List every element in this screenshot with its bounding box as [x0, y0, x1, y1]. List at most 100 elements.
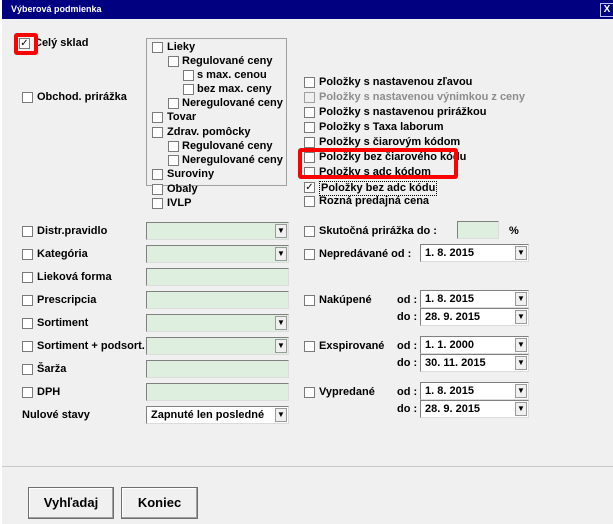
purchased-from-label: od :	[397, 294, 418, 306]
batch-field[interactable]	[146, 360, 289, 378]
vat-field[interactable]	[146, 383, 289, 401]
set-discount-checkbox[interactable]	[304, 77, 315, 88]
category-checkbox[interactable]	[22, 249, 33, 260]
chevron-down-icon[interactable]: ▼	[515, 384, 527, 398]
assortment-label: Sortiment	[37, 317, 89, 329]
purchased-from-value: 1. 8. 2015	[425, 293, 474, 305]
category-label: Kategória	[37, 248, 88, 260]
med-unregulated-label: Neregulované ceny	[182, 154, 283, 166]
purchased-from-combo[interactable]: 1. 8. 2015 ▼	[420, 290, 529, 308]
vat-checkbox[interactable]	[22, 387, 33, 398]
distribution-combo[interactable]: ▼	[146, 222, 289, 240]
markup-checkbox[interactable]	[22, 92, 33, 103]
chevron-down-icon[interactable]: ▼	[515, 402, 527, 416]
chevron-down-icon[interactable]: ▼	[515, 246, 527, 260]
expired-checkbox[interactable]	[304, 341, 315, 352]
regulated-prices-checkbox[interactable]	[168, 56, 179, 67]
form-label: Lieková forma	[37, 271, 112, 283]
ivlp-checkbox[interactable]	[152, 198, 163, 209]
ivlp-label: IVLP	[167, 197, 192, 209]
highlight-no-adc-code	[298, 148, 458, 179]
distribution-label: Distr.pravidlo	[37, 225, 108, 237]
barcode-checkbox[interactable]	[304, 137, 315, 148]
med-regulated-checkbox[interactable]	[168, 141, 179, 152]
chevron-down-icon[interactable]: ▼	[275, 224, 287, 238]
set-discount-label: Položky s nastavenou zľavou	[319, 76, 473, 88]
distribution-checkbox[interactable]	[22, 226, 33, 237]
actual-markup-label: Skutočná prirážka do :	[319, 225, 437, 237]
chevron-down-icon[interactable]: ▼	[515, 356, 527, 370]
unsold-label: Nepredávané od :	[319, 248, 412, 260]
purchased-to-combo[interactable]: 28. 9. 2015 ▼	[420, 308, 529, 326]
chevron-down-icon[interactable]: ▼	[515, 310, 527, 324]
goods-checkbox[interactable]	[152, 112, 163, 123]
percent-label: %	[509, 225, 519, 237]
sold-to-combo[interactable]: 28. 9. 2015 ▼	[420, 400, 529, 418]
max-price-label: s max. cenou	[197, 69, 267, 81]
unsold-checkbox[interactable]	[304, 249, 315, 260]
unregulated-prices-label: Neregulované ceny	[182, 97, 283, 109]
med-regulated-label: Regulované ceny	[182, 140, 273, 152]
end-button[interactable]: Koniec	[121, 487, 198, 519]
sold-out-label: Vypredané	[319, 386, 375, 398]
sold-from-label: od :	[397, 386, 418, 398]
prescription-field[interactable]	[146, 291, 289, 309]
highlight-warehouse	[14, 33, 38, 55]
sold-from-combo[interactable]: 1. 8. 2015 ▼	[420, 382, 529, 400]
sold-to-label: do :	[397, 403, 418, 415]
search-button[interactable]: Vyhľadaj	[28, 487, 114, 519]
expired-to-combo[interactable]: 30. 11. 2015 ▼	[420, 354, 529, 372]
markup-label: Obchod. prirážka	[37, 91, 127, 103]
expired-to-label: do :	[397, 357, 418, 369]
title-bar: Výberová podmienka X	[2, 0, 613, 19]
dialog-window: Výberová podmienka X Celý sklad Obchod. …	[0, 0, 613, 524]
goods-label: Tovar	[167, 111, 197, 123]
chevron-down-icon[interactable]: ▼	[275, 247, 287, 261]
unsold-date-combo[interactable]: 1. 8. 2015 ▼	[420, 244, 529, 262]
zero-states-combo[interactable]: Zapnuté len posledné ▼	[146, 406, 289, 424]
chevron-down-icon[interactable]: ▼	[275, 316, 287, 330]
med-aids-checkbox[interactable]	[152, 127, 163, 138]
purchased-to-label: do :	[397, 311, 418, 323]
sold-out-checkbox[interactable]	[304, 387, 315, 398]
tax-laborum-label: Položky s Taxa laborum	[319, 121, 444, 133]
med-unregulated-checkbox[interactable]	[168, 155, 179, 166]
raw-materials-checkbox[interactable]	[152, 169, 163, 180]
chevron-down-icon[interactable]: ▼	[275, 408, 287, 422]
assortment-combo[interactable]: ▼	[146, 314, 289, 332]
drugs-checkbox[interactable]	[152, 42, 163, 53]
no-adc-code-checkbox[interactable]	[304, 182, 315, 193]
set-markup-checkbox[interactable]	[304, 107, 315, 118]
actual-markup-checkbox[interactable]	[304, 226, 315, 237]
no-max-price-checkbox[interactable]	[183, 84, 194, 95]
tax-laborum-checkbox[interactable]	[304, 122, 315, 133]
assortment-checkbox[interactable]	[22, 318, 33, 329]
expired-from-combo[interactable]: 1. 1. 2000 ▼	[420, 336, 529, 354]
set-exception-label: Položky s nastavenou výnimkou z ceny	[319, 91, 526, 103]
set-exception-checkbox	[304, 92, 315, 103]
no-adc-code-label: Položky bez adc kódu	[319, 181, 438, 196]
diff-price-checkbox[interactable]	[304, 196, 315, 207]
actual-markup-field[interactable]	[457, 221, 499, 239]
prescription-checkbox[interactable]	[22, 295, 33, 306]
sold-to-value: 28. 9. 2015	[425, 403, 481, 415]
prescription-label: Prescripcia	[37, 294, 97, 306]
med-aids-label: Zdrav. pomôcky	[167, 126, 251, 138]
chevron-down-icon[interactable]: ▼	[275, 339, 287, 353]
packaging-checkbox[interactable]	[152, 184, 163, 195]
category-combo[interactable]: ▼	[146, 245, 289, 263]
max-price-checkbox[interactable]	[183, 70, 194, 81]
form-checkbox[interactable]	[22, 272, 33, 283]
purchased-checkbox[interactable]	[304, 295, 315, 306]
batch-checkbox[interactable]	[22, 364, 33, 375]
unregulated-prices-checkbox[interactable]	[168, 98, 179, 109]
chevron-down-icon[interactable]: ▼	[515, 292, 527, 306]
assortment-sub-combo[interactable]: ▼	[146, 337, 289, 355]
assortment-sub-checkbox[interactable]	[22, 341, 33, 352]
regulated-prices-label: Regulované ceny	[182, 55, 273, 67]
form-field[interactable]	[146, 268, 289, 286]
expired-from-label: od :	[397, 340, 418, 352]
close-icon[interactable]: X	[600, 3, 613, 17]
chevron-down-icon[interactable]: ▼	[515, 338, 527, 352]
no-max-price-label: bez max. ceny	[197, 83, 272, 95]
